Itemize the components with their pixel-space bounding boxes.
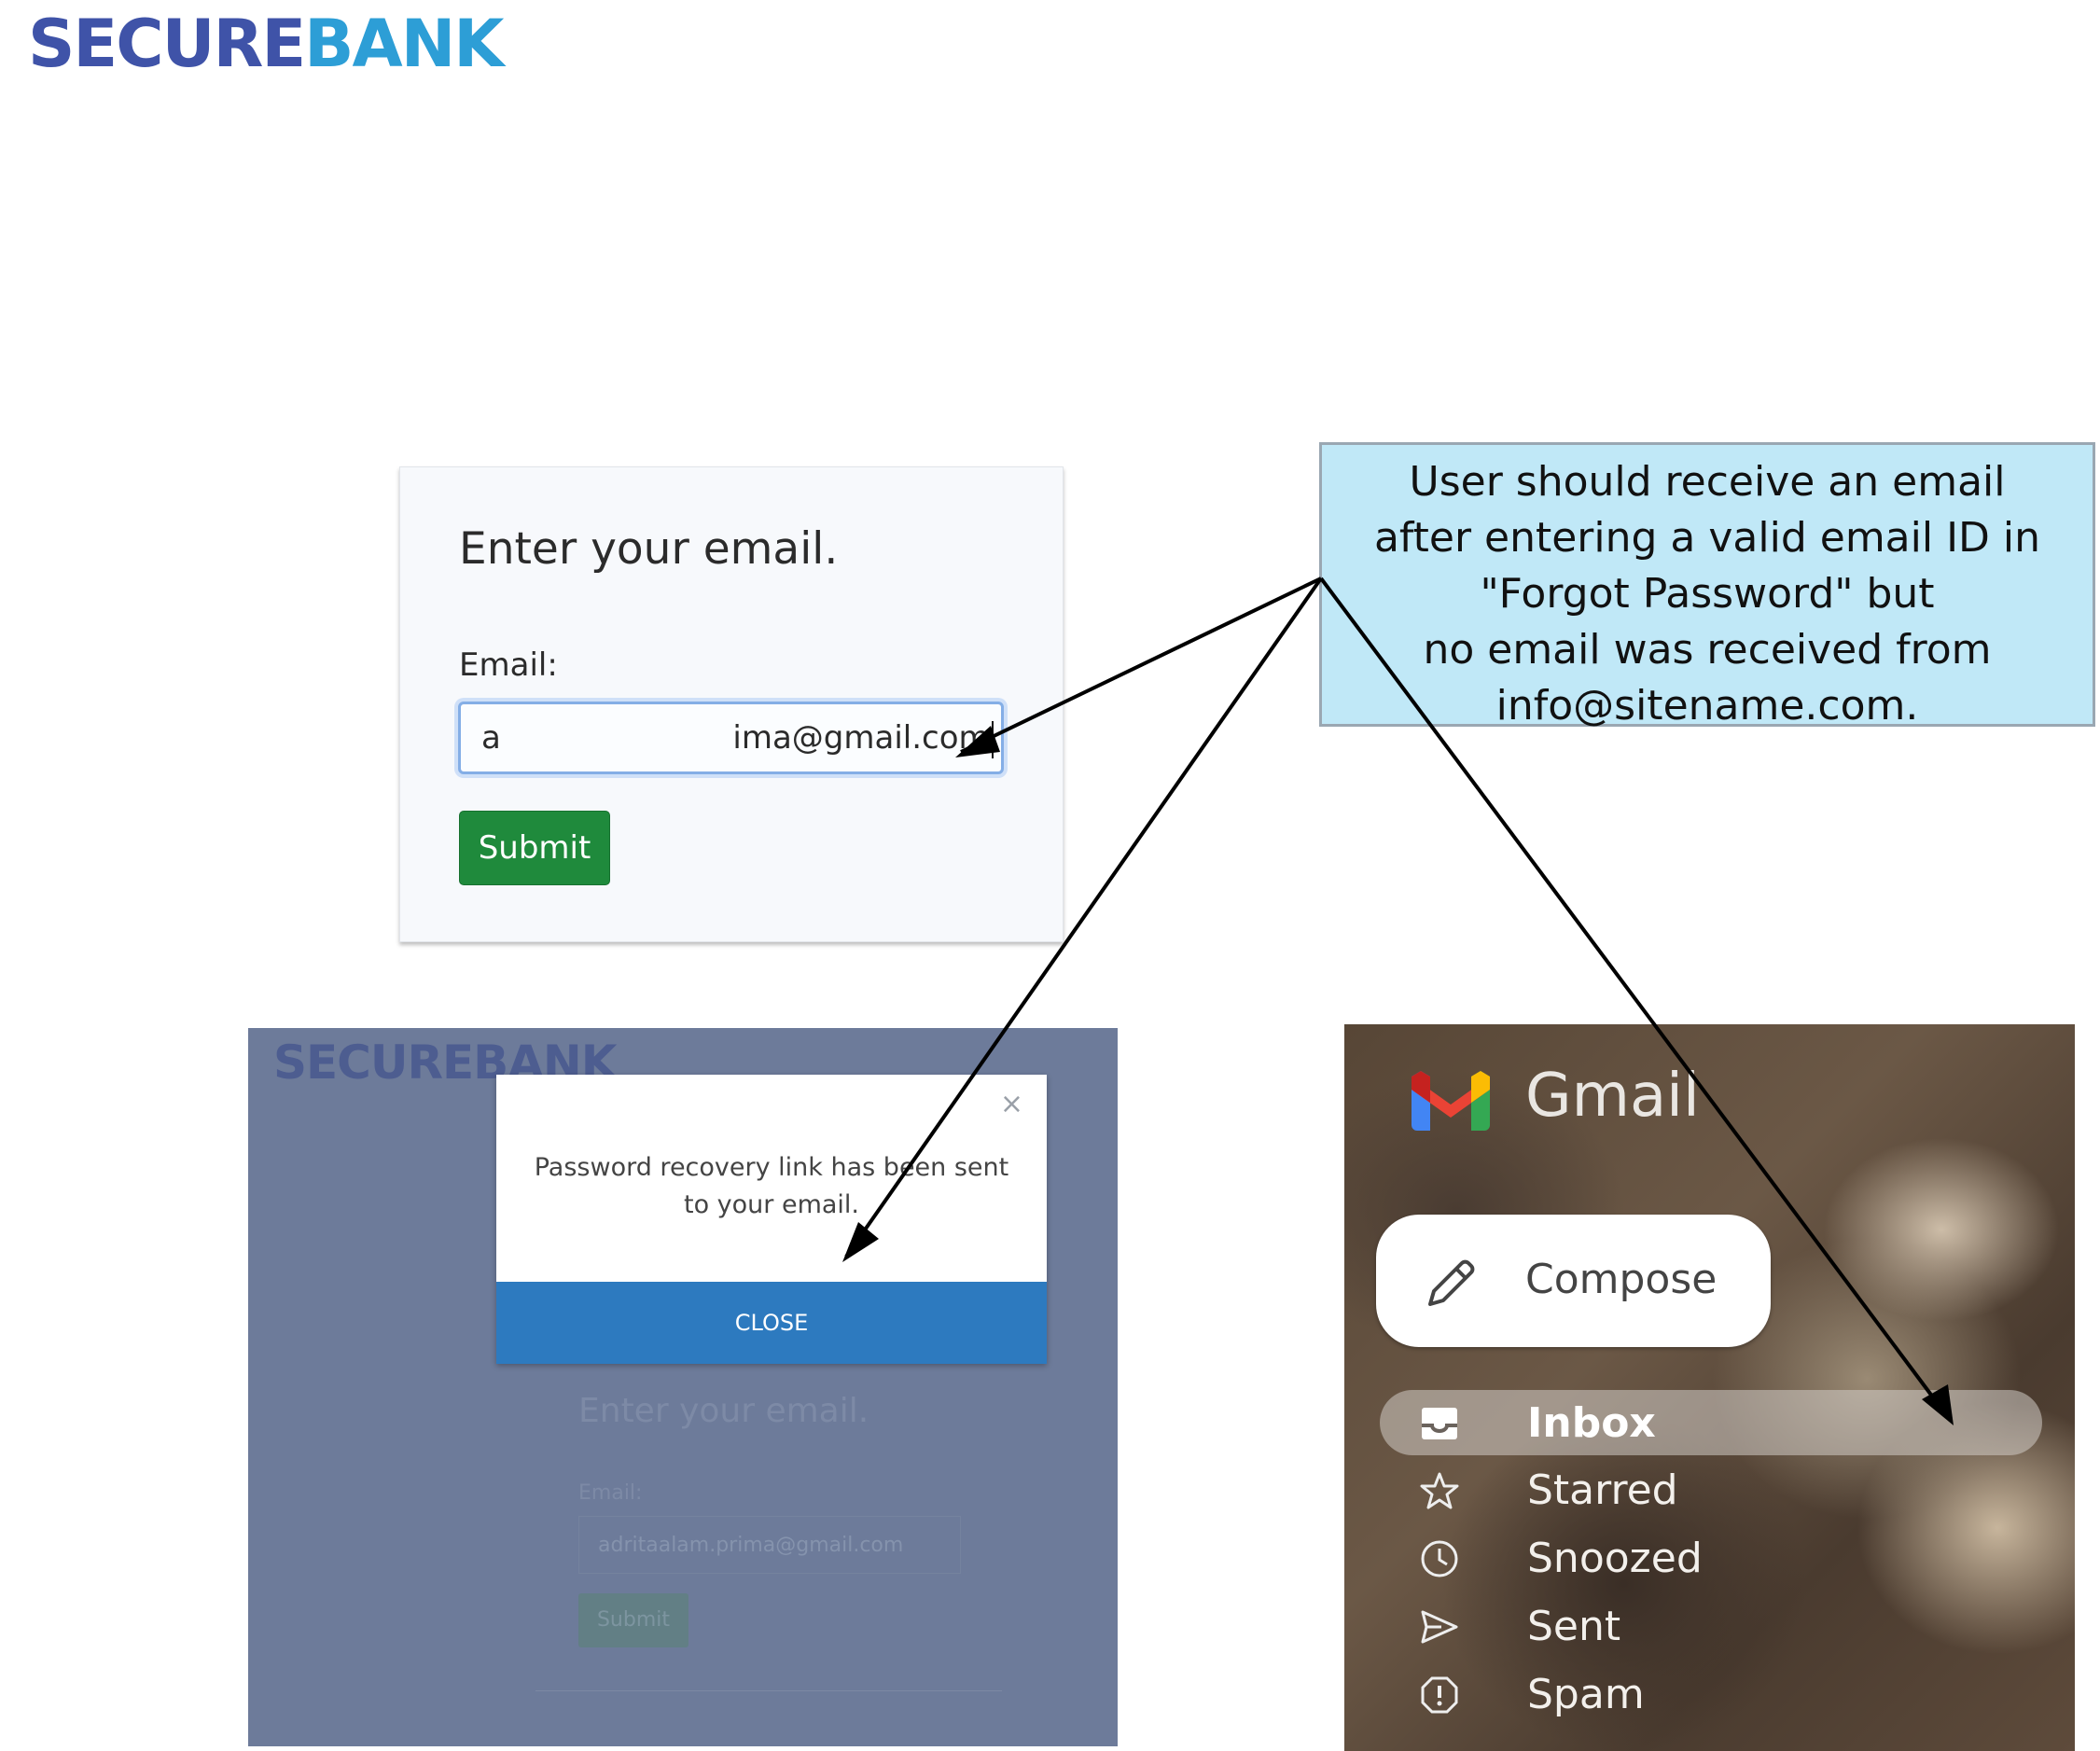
card-title: Enter your email. bbox=[459, 523, 839, 575]
background-card-title: Enter your email. bbox=[578, 1392, 869, 1430]
nav-label-inbox: Inbox bbox=[1527, 1399, 1656, 1447]
background-submit-button: Submit bbox=[578, 1593, 688, 1647]
forgot-password-card: Enter your email. Email: a ima@gmail.com… bbox=[399, 466, 1064, 942]
background-divider bbox=[535, 1690, 1002, 1691]
callout-line: User should receive an email bbox=[1409, 458, 2006, 506]
email-input[interactable]: a ima@gmail.com bbox=[458, 702, 1004, 774]
email-label: Email: bbox=[459, 646, 558, 684]
logo-part-bank: BANK bbox=[304, 6, 504, 82]
spam-icon bbox=[1421, 1676, 1458, 1714]
nav-item-starred[interactable]: Starred bbox=[1344, 1457, 2075, 1522]
close-button[interactable]: CLOSE bbox=[496, 1282, 1047, 1364]
send-icon bbox=[1421, 1610, 1458, 1644]
dialog-message: Password recovery link has been sent to … bbox=[534, 1153, 1009, 1219]
text-caret bbox=[991, 720, 994, 758]
nav-label-sent: Sent bbox=[1527, 1603, 1621, 1650]
pencil-icon bbox=[1428, 1259, 1475, 1306]
inbox-icon bbox=[1422, 1408, 1457, 1439]
clock-icon bbox=[1421, 1540, 1458, 1577]
nav-item-sent[interactable]: Sent bbox=[1344, 1593, 2075, 1659]
email-input-value: a ima@gmail.com bbox=[481, 719, 990, 757]
background-email-label: Email: bbox=[578, 1481, 643, 1505]
recovery-dialog: × Password recovery link has been sent t… bbox=[496, 1075, 1047, 1364]
compose-button[interactable]: Compose bbox=[1376, 1215, 1771, 1347]
confirmation-modal-screenshot: SECUREBANK Enter your email. Email: adri… bbox=[248, 1028, 1118, 1746]
callout-line: info@sitename.com. bbox=[1495, 682, 1919, 730]
nav-item-snoozed[interactable]: Snoozed bbox=[1344, 1525, 2075, 1591]
callout-line: after entering a valid email ID in bbox=[1373, 514, 2041, 562]
callout-line: no email was received from bbox=[1423, 626, 1992, 674]
compose-label: Compose bbox=[1525, 1256, 1718, 1303]
callout-line: "Forgot Password" but bbox=[1480, 570, 1935, 618]
bug-description-callout: User should receive an email after enter… bbox=[1319, 442, 2095, 730]
gmail-logo-icon bbox=[1412, 1071, 1490, 1131]
background-email-input: adritaalam.prima@gmail.com bbox=[578, 1516, 961, 1574]
nav-label-starred: Starred bbox=[1527, 1466, 1678, 1514]
logo-part-secure: SECURE bbox=[28, 6, 306, 82]
submit-button[interactable]: Submit bbox=[459, 811, 610, 885]
gmail-wordmark: Gmail bbox=[1525, 1062, 1700, 1131]
securebank-logo: SECUREBANK bbox=[28, 11, 505, 76]
nav-label-snoozed: Snoozed bbox=[1527, 1535, 1703, 1582]
close-icon[interactable]: × bbox=[1000, 1088, 1023, 1120]
star-icon bbox=[1420, 1472, 1459, 1509]
gmail-sidebar-screenshot: Gmail Compose Inbox Starred Snoozed Sent bbox=[1344, 1024, 2075, 1751]
nav-item-inbox[interactable]: Inbox bbox=[1380, 1390, 2042, 1455]
nav-item-spam[interactable]: Spam bbox=[1344, 1661, 2075, 1727]
nav-label-spam: Spam bbox=[1527, 1671, 1645, 1718]
